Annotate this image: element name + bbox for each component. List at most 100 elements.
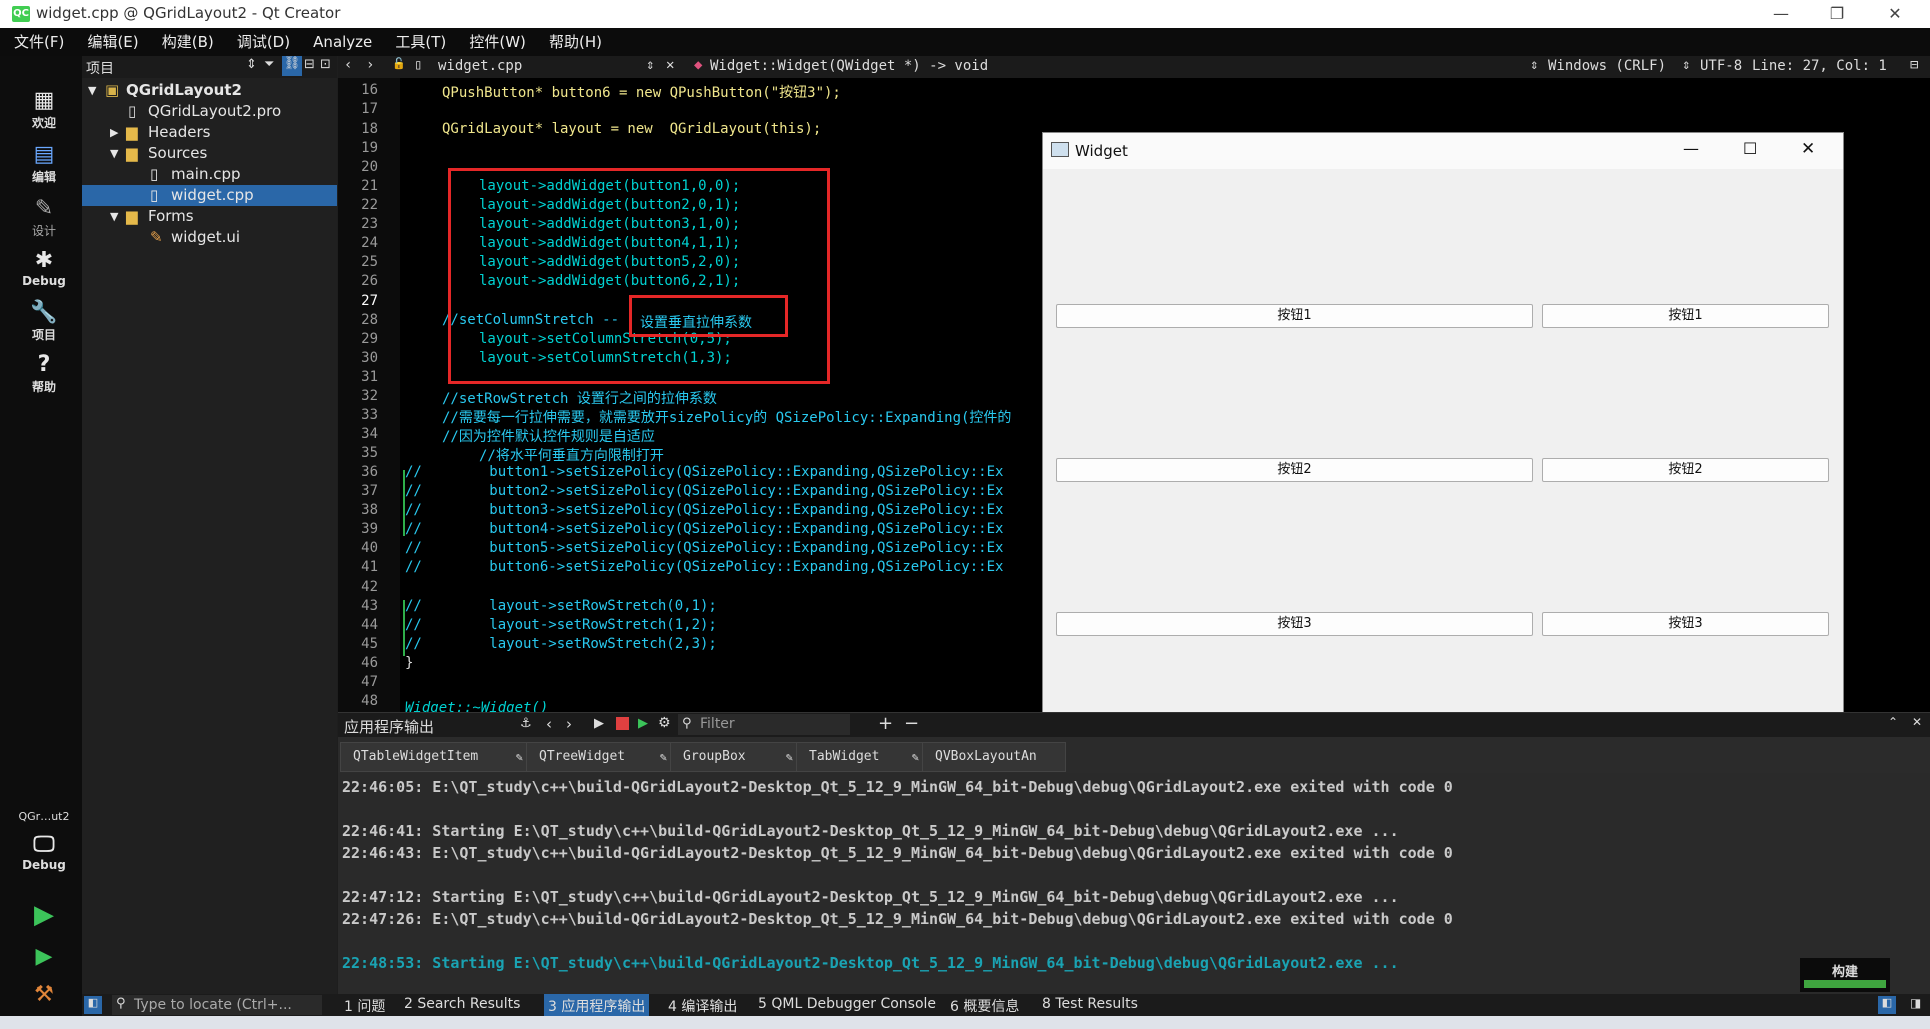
mode-debug[interactable]: ✱ Debug <box>10 248 78 288</box>
split-editor-icon[interactable]: ⊟ <box>1910 57 1918 73</box>
status-tab-issues[interactable]: 1 问题 <box>344 996 385 1016</box>
output-tab[interactable]: QTreeWidget ✎ <box>526 742 678 772</box>
output-tab[interactable]: TabWidget ✎ <box>796 742 930 772</box>
tree-item-project[interactable]: ▼ ▣ QGridLayout2 <box>82 80 337 101</box>
tree-item-sources[interactable]: ▼ ▆ Sources <box>82 143 337 164</box>
menu-help[interactable]: 帮助(H) <box>549 28 602 56</box>
output-line: 22:47:26: E:\QT_study\c++\build-QGridLay… <box>342 910 1453 928</box>
code-line-35: //将水平何垂直方向限制打开 <box>479 448 664 464</box>
toggle-sidebar-icon[interactable]: ◧ <box>84 996 102 1014</box>
maximize-pane-icon[interactable]: ⌃ <box>1888 715 1898 729</box>
project-icon: ▣ <box>105 81 120 99</box>
status-tab-compile[interactable]: 4 编译输出 <box>668 996 737 1016</box>
kit-selector[interactable]: QGr…ut2 <box>10 810 78 823</box>
rerun-icon[interactable]: ▶ <box>594 716 604 731</box>
grid-button-r1c1[interactable]: 按钮1 <box>1056 304 1533 328</box>
line-number: 18 <box>361 121 378 137</box>
status-tab-app-output[interactable]: 3 应用程序输出 <box>544 994 650 1018</box>
locator-input[interactable]: ⚲ Type to locate (Ctrl+... <box>112 995 322 1015</box>
debug-run-button[interactable]: ▶ <box>10 944 78 970</box>
next-icon[interactable]: › <box>566 715 572 733</box>
status-tab-summary[interactable]: 6 概要信息 <box>950 996 1019 1016</box>
close-icon[interactable]: ✕ <box>1872 2 1918 26</box>
split-icon[interactable]: ⊟ <box>304 57 315 72</box>
close-pane-icon[interactable]: ⊡ <box>320 57 331 72</box>
back-icon[interactable]: ‹ <box>344 57 352 73</box>
mode-welcome[interactable]: ▦ 欢迎 <box>10 88 78 131</box>
monitor-icon: 🖵 <box>33 832 55 857</box>
pin-icon[interactable]: ✎ <box>786 743 793 771</box>
maximize-icon[interactable]: ☐ <box>1743 139 1757 158</box>
menu-bar: 文件(F) 编辑(E) 构建(B) 调试(D) Analyze 工具(T) 控件… <box>0 28 1930 56</box>
output-tab[interactable]: GroupBox ✎ <box>670 742 804 772</box>
menu-build[interactable]: 构建(B) <box>162 28 214 56</box>
zoom-in-icon[interactable]: + <box>878 713 893 734</box>
pin-icon[interactable]: ✎ <box>912 743 919 771</box>
restore-icon[interactable]: ❐ <box>1814 2 1860 26</box>
output-tab[interactable]: QVBoxLayoutAn <box>922 742 1066 772</box>
link-icon[interactable]: ⛓ <box>282 56 302 76</box>
line-ending-dropdown-icon[interactable]: ⇕ <box>1530 57 1538 73</box>
minimize-icon[interactable]: — <box>1758 2 1804 26</box>
line-ending[interactable]: Windows (CRLF) <box>1548 58 1666 74</box>
tree-item-widget-cpp[interactable]: ▯ widget.cpp <box>82 185 337 206</box>
status-tab-search[interactable]: 2 Search Results <box>404 996 520 1012</box>
mode-help[interactable]: ? 帮助 <box>10 352 78 395</box>
menu-tools[interactable]: 工具(T) <box>395 28 446 56</box>
zoom-out-icon[interactable]: − <box>904 713 919 734</box>
os-taskbar <box>0 1016 1930 1029</box>
menu-edit[interactable]: 编辑(E) <box>87 28 138 56</box>
line-number: 28 <box>361 312 378 328</box>
settings-gear-icon[interactable]: ⚙ <box>658 715 671 731</box>
forward-icon[interactable]: › <box>366 57 374 73</box>
open-file-name[interactable]: widget.cpp <box>438 58 522 74</box>
menu-file[interactable]: 文件(F) <box>14 28 64 56</box>
encoding[interactable]: UTF-8 <box>1700 58 1742 74</box>
mode-edit[interactable]: ▤ 编辑 <box>10 142 78 185</box>
toggle-output-icon[interactable]: ◧ <box>1878 996 1896 1014</box>
tree-item-widget-ui[interactable]: ✎ widget.ui <box>82 227 337 248</box>
editor-toolbar: ‹ › 🔓 ▯ widget.cpp ⇕ ✕ ◆ Widget::Widget(… <box>338 56 1930 79</box>
stop-icon[interactable] <box>616 717 629 730</box>
tree-item-forms[interactable]: ▼ ▆ Forms <box>82 206 337 227</box>
grid-button-r1c2[interactable]: 按钮1 <box>1542 304 1829 328</box>
dropdown-arrows-icon[interactable]: ⇕ <box>246 57 257 72</box>
grid-button-r2c1[interactable]: 按钮2 <box>1056 458 1533 482</box>
status-tab-qml-console[interactable]: 5 QML Debugger Console <box>758 996 936 1012</box>
search-icon: ⚲ <box>682 716 692 731</box>
grid-button-r3c1[interactable]: 按钮3 <box>1056 612 1533 636</box>
symbol-selector[interactable]: Widget::Widget(QWidget *) -> void <box>710 58 988 74</box>
mode-design[interactable]: ✎ 设计 <box>10 196 78 239</box>
prev-icon[interactable]: ‹ <box>546 715 552 733</box>
encoding-dropdown-icon[interactable]: ⇕ <box>1682 57 1690 73</box>
filter-icon[interactable]: ⏷ <box>264 57 274 72</box>
output-tab[interactable]: QTableWidgetItem ✎ <box>340 742 534 772</box>
kit-config[interactable]: 🖵 Debug <box>10 832 78 872</box>
status-tab-tests[interactable]: 8 Test Results <box>1042 996 1138 1012</box>
mode-projects[interactable]: 🔧 项目 <box>10 300 78 343</box>
minimize-icon[interactable]: — <box>1683 139 1699 158</box>
project-tree: ▼ ▣ QGridLayout2 ▯ QGridLayout2.pro ▶ ▆ … <box>82 78 337 994</box>
attach-icon[interactable]: ⚓ <box>520 716 532 731</box>
close-icon[interactable]: ✕ <box>1801 139 1815 159</box>
menu-widgets[interactable]: 控件(W) <box>469 28 526 56</box>
debug-rerun-icon[interactable]: ▶ <box>638 716 648 731</box>
pin-icon[interactable]: ✎ <box>516 743 523 771</box>
close-file-icon[interactable]: ✕ <box>666 57 674 73</box>
filter-input[interactable]: ⚲ Filter <box>678 714 850 735</box>
menu-debug[interactable]: 调试(D) <box>237 28 290 56</box>
close-pane-icon[interactable]: ✕ <box>1912 715 1922 729</box>
file-dropdown-icon[interactable]: ⇕ <box>646 57 654 73</box>
run-button[interactable]: ▶ <box>10 902 78 928</box>
tree-item-headers[interactable]: ▶ ▆ Headers <box>82 122 337 143</box>
menu-analyze[interactable]: Analyze <box>313 28 372 56</box>
toggle-right-icon[interactable]: ◨ <box>1910 996 1921 1010</box>
tree-item-pro[interactable]: ▯ QGridLayout2.pro <box>82 101 337 122</box>
code-line-45: // layout->setRowStretch(2,3); <box>405 636 717 652</box>
pin-icon[interactable]: ✎ <box>660 743 667 771</box>
tree-item-main-cpp[interactable]: ▯ main.cpp <box>82 164 337 185</box>
code-line-38: // button3->setSizePolicy(QSizePolicy::E… <box>405 502 1004 518</box>
build-button[interactable]: ⚒ <box>10 982 78 1008</box>
grid-button-r2c2[interactable]: 按钮2 <box>1542 458 1829 482</box>
grid-button-r3c2[interactable]: 按钮3 <box>1542 612 1829 636</box>
